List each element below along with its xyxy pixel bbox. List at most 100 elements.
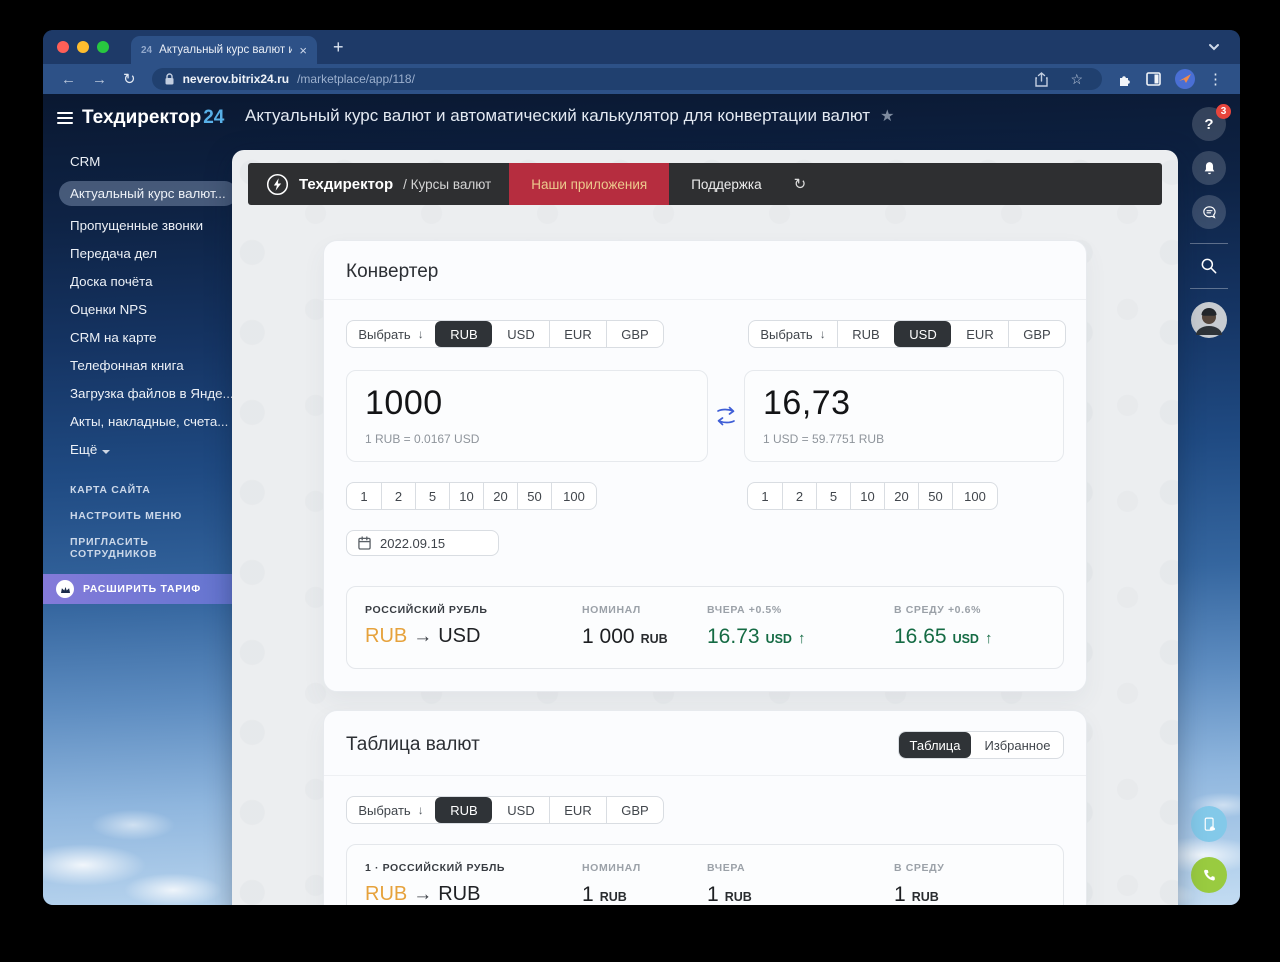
view-favorites-button[interactable]: Избранное xyxy=(971,732,1063,758)
sidebar-item-configure-menu[interactable]: НАСТРОИТЬ МЕНЮ xyxy=(70,510,182,522)
sidebar-item-nps[interactable]: Оценки NPS xyxy=(70,301,147,318)
hamburger-menu-icon[interactable] xyxy=(57,112,73,124)
mobile-app-button[interactable] xyxy=(1191,806,1227,842)
minimize-window-button[interactable] xyxy=(77,41,89,53)
sidebar-item-invoices[interactable]: Акты, накладные, счета... xyxy=(70,413,228,430)
app-frame: Техдиректор / Курсы валют Наши приложени… xyxy=(232,150,1178,905)
sidebar-item-yandex-upload[interactable]: Загрузка файлов в Янде... xyxy=(70,385,234,402)
extensions-puzzle-icon[interactable] xyxy=(1110,72,1139,87)
from-mult-100[interactable]: 100 xyxy=(551,483,596,509)
table-currency-usd[interactable]: USD xyxy=(492,797,549,823)
table-currency-eur[interactable]: EUR xyxy=(549,797,606,823)
arrow-up-icon: ↑ xyxy=(797,630,806,647)
from-mult-20[interactable]: 20 xyxy=(483,483,517,509)
from-currency-select[interactable]: Выбрать ↓ xyxy=(347,321,435,347)
sidebar-item-invite-employees[interactable]: ПРИГЛАСИТЬ СОТРУДНИКОВ xyxy=(70,536,232,560)
from-currency-eur[interactable]: EUR xyxy=(549,321,606,347)
from-currency-usd[interactable]: USD xyxy=(492,321,549,347)
reload-button[interactable]: ↻ xyxy=(115,72,144,87)
from-amount-field[interactable]: 1000 1 RUB = 0.0167 USD xyxy=(346,370,708,462)
to-mult-50[interactable]: 50 xyxy=(918,483,952,509)
to-currency-usd[interactable]: USD xyxy=(894,321,951,347)
notifications-bell-button[interactable] xyxy=(1192,151,1226,185)
wednesday-value: 1 xyxy=(894,883,906,905)
zoom-window-button[interactable] xyxy=(97,41,109,53)
bookmark-star-icon[interactable]: ☆ xyxy=(1063,71,1090,88)
table-currency-gbp[interactable]: GBP xyxy=(606,797,663,823)
help-button[interactable]: ? 3 xyxy=(1192,104,1231,141)
address-bar[interactable]: neverov.bitrix24.ru/marketplace/app/118/… xyxy=(151,68,1102,90)
sidebar-item-missed-calls[interactable]: Пропущенные звонки xyxy=(70,217,203,234)
support-button[interactable]: Поддержка xyxy=(669,163,783,205)
rail-divider xyxy=(1190,243,1228,244)
telephony-button[interactable] xyxy=(1191,857,1227,893)
left-sidebar: Техдиректор 24 CRM Актуальный курс валют.… xyxy=(43,94,237,604)
sidebar-item-case-transfer[interactable]: Передача дел xyxy=(70,245,157,262)
select-label: Выбрать xyxy=(760,326,813,342)
from-mult-10[interactable]: 10 xyxy=(449,483,483,509)
refresh-icon[interactable]: ↻ xyxy=(784,163,817,205)
pair-from: RUB xyxy=(365,883,408,905)
from-amount-value[interactable]: 1000 xyxy=(365,384,689,423)
date-picker[interactable]: 2022.09.15 xyxy=(346,530,499,556)
to-mult-20[interactable]: 20 xyxy=(884,483,918,509)
table-currency-rub[interactable]: RUB xyxy=(435,797,492,823)
summary-row: РОССИЙСКИЙ РУБЛЬ RUB → USD НОМИНАЛ 1 000 xyxy=(347,587,1063,668)
nominal-value: 1 000 xyxy=(582,625,635,648)
from-mult-5[interactable]: 5 xyxy=(415,483,449,509)
user-avatar[interactable] xyxy=(1190,301,1228,339)
browser-menu-icon[interactable]: ⋮ xyxy=(1202,70,1230,88)
new-tab-button[interactable]: + xyxy=(333,38,344,56)
sidebar-item-crm-map[interactable]: CRM на карте xyxy=(70,329,157,346)
chat-button[interactable] xyxy=(1192,195,1226,229)
to-mult-5[interactable]: 5 xyxy=(816,483,850,509)
wednesday-label: В СРЕДУ +0.6% xyxy=(894,604,982,616)
select-label: Выбрать xyxy=(358,802,411,818)
favorite-star-icon[interactable]: ★ xyxy=(880,106,894,126)
to-mult-2[interactable]: 2 xyxy=(782,483,816,509)
from-currency-rub[interactable]: RUB xyxy=(435,321,492,347)
yesterday-unit: RUB xyxy=(724,890,752,904)
lock-icon xyxy=(164,72,175,86)
side-panel-icon[interactable] xyxy=(1139,72,1168,86)
browser-tab[interactable]: 24 Актуальный курс валют и авт × xyxy=(131,36,317,64)
table-currency-select[interactable]: Выбрать ↓ xyxy=(347,797,435,823)
to-rate-hint: 1 USD = 59.7751 RUB xyxy=(763,432,885,446)
forward-button[interactable]: → xyxy=(84,72,115,87)
app-breadcrumb: / Курсы валют xyxy=(403,176,492,192)
sidebar-item-sitemap[interactable]: КАРТА САЙТА xyxy=(70,484,151,496)
table-title: Таблица валют xyxy=(346,734,480,755)
sidebar-item-currency-rates[interactable]: Актуальный курс валют... xyxy=(59,181,237,206)
close-window-button[interactable] xyxy=(57,41,69,53)
bell-icon xyxy=(1204,161,1214,174)
to-currency-select[interactable]: Выбрать ↓ xyxy=(749,321,837,347)
back-button[interactable]: ← xyxy=(53,72,84,87)
nominal-label: НОМИНАЛ xyxy=(582,862,641,874)
from-mult-1[interactable]: 1 xyxy=(347,483,381,509)
to-mult-1[interactable]: 1 xyxy=(748,483,782,509)
from-currency-gbp[interactable]: GBP xyxy=(606,321,663,347)
sidebar-item-more[interactable]: Ещё xyxy=(70,441,111,458)
sidebar-item-phonebook[interactable]: Телефонная книга xyxy=(70,357,184,374)
tab-search-chevron-icon[interactable] xyxy=(1208,43,1220,51)
from-mult-2[interactable]: 2 xyxy=(381,483,415,509)
profile-avatar[interactable] xyxy=(1168,69,1202,89)
to-mult-10[interactable]: 10 xyxy=(850,483,884,509)
sidebar-item-honor-board[interactable]: Доска почёта xyxy=(70,273,153,290)
our-apps-button[interactable]: Наши приложения xyxy=(509,163,670,205)
to-mult-100[interactable]: 100 xyxy=(952,483,997,509)
to-currency-gbp[interactable]: GBP xyxy=(1008,321,1065,347)
to-currency-rub[interactable]: RUB xyxy=(837,321,894,347)
sidebar-item-crm[interactable]: CRM xyxy=(70,153,100,170)
swap-currencies-button[interactable] xyxy=(714,403,738,429)
search-button[interactable] xyxy=(1199,256,1219,276)
browser-toolbar: ← → ↻ neverov.bitrix24.ru/marketplace/ap… xyxy=(43,64,1240,94)
app-brand: Техдиректор xyxy=(299,175,394,193)
from-mult-50[interactable]: 50 xyxy=(517,483,551,509)
close-icon[interactable]: × xyxy=(299,43,307,58)
sidebar-menu: CRM Актуальный курс валют... Пропущенные… xyxy=(43,153,237,458)
upgrade-plan-button[interactable]: РАСШИРИТЬ ТАРИФ xyxy=(43,574,232,604)
view-table-button[interactable]: Таблица xyxy=(899,732,971,758)
to-currency-eur[interactable]: EUR xyxy=(951,321,1008,347)
share-icon[interactable] xyxy=(1028,71,1055,87)
